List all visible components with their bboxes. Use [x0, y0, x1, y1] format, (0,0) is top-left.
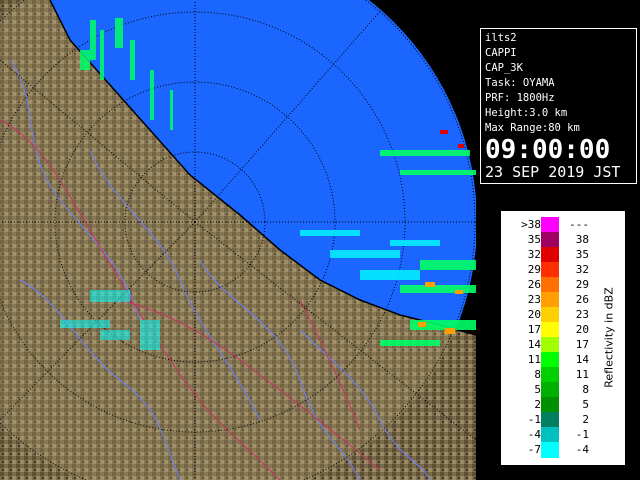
legend-hi-value: 14 — [575, 353, 589, 366]
legend-hi-value: 2 — [582, 413, 589, 426]
product-code: CAP_3K — [485, 62, 523, 74]
radar-name: ilts2 — [485, 32, 517, 44]
legend-hi-value: 11 — [575, 368, 589, 381]
legend-swatch — [541, 397, 559, 413]
legend-lo-value: 32 — [527, 248, 541, 261]
legend-row: 26 29 — [501, 277, 601, 293]
legend-hi-value: 20 — [575, 323, 589, 336]
legend-hi-value: --- — [569, 218, 589, 231]
legend-swatch — [541, 382, 559, 398]
legend-lo-value: 23 — [527, 293, 541, 306]
reflectivity-legend: >38 --- 35 38 32 35 29 32 26 29 23 26 20 23 17 20 14 17 11… — [500, 210, 626, 466]
legend-row: 58 — [501, 382, 601, 398]
legend-lo-value: -7 — [527, 443, 541, 456]
legend-row: 25 — [501, 397, 601, 413]
legend-row: 17 20 — [501, 322, 601, 338]
legend-row: 8 11 — [501, 367, 601, 383]
legend-row: 20 23 — [501, 307, 601, 323]
legend-row: 23 26 — [501, 292, 601, 308]
legend-swatch — [541, 307, 559, 323]
radar-map[interactable] — [0, 0, 476, 480]
legend-swatch — [541, 217, 559, 233]
legend-lo-value: 2 — [534, 398, 541, 411]
legend-row: 35 38 — [501, 232, 601, 248]
legend-swatch — [541, 352, 559, 368]
legend-hi-value: -1 — [575, 428, 589, 441]
legend-lo-value: 14 — [527, 338, 541, 351]
legend-lo-value: 29 — [527, 263, 541, 276]
prf-label: PRF: 1800Hz — [485, 92, 555, 104]
legend-swatch — [541, 337, 559, 353]
legend-hi-value: -4 — [575, 443, 589, 456]
legend-lo-value: 35 — [527, 233, 541, 246]
legend-lo-value: -1 — [527, 413, 541, 426]
legend-swatch — [541, 262, 559, 278]
legend-title-text: Reflectivity in dBZ — [602, 287, 616, 388]
legend-lo-value: 26 — [527, 278, 541, 291]
legend-swatch — [541, 322, 559, 338]
legend-hi-value: 32 — [575, 263, 589, 276]
task-label: Task: OYAMA — [485, 77, 555, 89]
legend-hi-value: 17 — [575, 338, 589, 351]
legend-hi-value: 5 — [582, 398, 589, 411]
product-name: CAPPI — [485, 47, 517, 59]
legend-swatch — [541, 247, 559, 263]
legend-row: >38 --- — [501, 217, 601, 233]
legend-row: 11 14 — [501, 352, 601, 368]
radar-svg — [0, 0, 476, 480]
time-display: 09:00:00 — [485, 135, 611, 165]
legend-swatch — [541, 442, 559, 458]
info-panel: ilts2 CAPPI CAP_3K Task: OYAMA PRF: 1800… — [480, 28, 637, 184]
legend-swatch — [541, 427, 559, 443]
legend-row: 14 17 — [501, 337, 601, 353]
legend-title: Reflectivity in dBZ — [599, 231, 619, 451]
date-display: 23 SEP 2019 JST — [485, 163, 621, 181]
legend-row: -7 -4 — [501, 442, 601, 458]
legend-hi-value: 26 — [575, 293, 589, 306]
legend-swatch — [541, 232, 559, 248]
legend-lo-value: 20 — [527, 308, 541, 321]
legend-swatch — [541, 412, 559, 428]
legend-hi-value: 8 — [582, 383, 589, 396]
legend-lo-value: >38 — [521, 218, 541, 231]
legend-lo-value: -4 — [527, 428, 541, 441]
max-range-label: Max Range:80 km — [485, 122, 580, 134]
legend-swatch — [541, 292, 559, 308]
legend-hi-value: 35 — [575, 248, 589, 261]
legend-hi-value: 23 — [575, 308, 589, 321]
legend-row: -4 -1 — [501, 427, 601, 443]
legend-row: 32 35 — [501, 247, 601, 263]
legend-row: -1 2 — [501, 412, 601, 428]
legend-hi-value: 38 — [575, 233, 589, 246]
legend-hi-value: 29 — [575, 278, 589, 291]
legend-lo-value: 17 — [527, 323, 541, 336]
legend-swatch — [541, 277, 559, 293]
legend-row: 29 32 — [501, 262, 601, 278]
legend-swatch — [541, 367, 559, 383]
legend-lo-value: 5 — [534, 383, 541, 396]
legend-lo-value: 11 — [527, 353, 541, 366]
height-label: Height:3.0 km — [485, 107, 568, 119]
legend-lo-value: 8 — [534, 368, 541, 381]
